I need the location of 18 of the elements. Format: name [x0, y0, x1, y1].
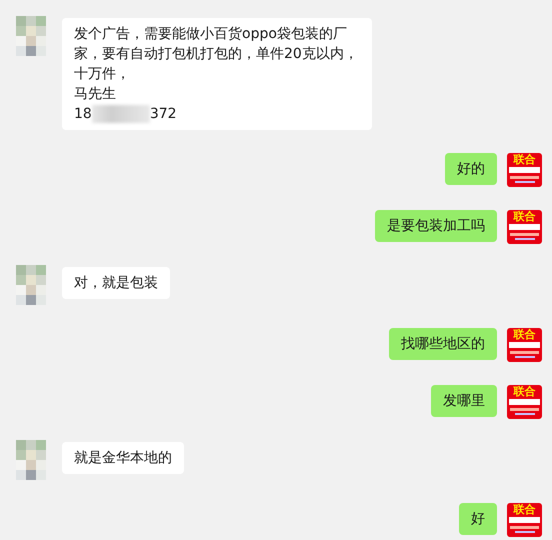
message-bubble: 发个广告，需要能做小百货oppo袋包装的厂家，要有自动打包机打包的，单件20克以内，十万件， 马先生 18 372 [62, 18, 372, 130]
avatar-logo-text: 联合 [514, 504, 536, 516]
message-bubble: 发哪里 [431, 385, 497, 417]
avatar-logo-text: 联合 [514, 386, 536, 398]
message-bubble: 是要包装加工吗 [375, 210, 497, 242]
avatar[interactable]: 联合 [507, 210, 542, 244]
message-bubble: 好的 [445, 153, 497, 185]
avatar[interactable]: 联合 [507, 153, 542, 187]
avatar[interactable]: 联合 [507, 328, 542, 362]
avatar-logo-text: 联合 [514, 329, 536, 341]
message-bubble: 就是金华本地的 [62, 442, 184, 474]
avatar[interactable]: 联合 [507, 385, 542, 419]
avatar[interactable]: 联合 [507, 503, 542, 537]
message-bubble: 找哪些地区的 [389, 328, 497, 360]
avatar-logo-text: 联合 [514, 211, 536, 223]
message-bubble: 好 [459, 503, 497, 535]
avatar-logo-text: 联合 [514, 154, 536, 166]
message-bubble: 对，就是包装 [62, 267, 170, 299]
